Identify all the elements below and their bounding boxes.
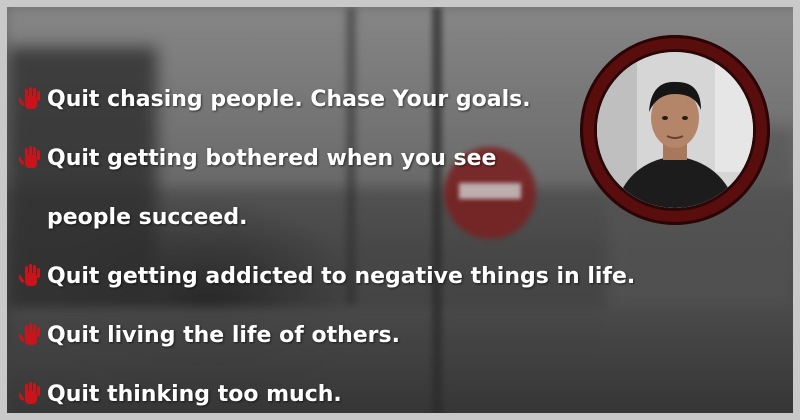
hand-icon xyxy=(19,264,40,286)
author-avatar-ring xyxy=(580,35,770,225)
quote-text: Quit thinking too much. xyxy=(47,382,342,407)
hand-icon xyxy=(19,146,40,168)
quote-text: Quit getting bothered when you see peopl… xyxy=(47,146,497,230)
list-item: Quit getting bothered when you see peopl… xyxy=(19,144,635,262)
quote-text: Quit living the life of others. xyxy=(47,323,400,348)
quote-card: Quit chasing people. Chase Your goals. Q… xyxy=(0,0,800,420)
author-photo xyxy=(597,52,753,208)
quote-text: Quit getting addicted to negative things… xyxy=(47,264,636,289)
list-item: Quit thinking too much. xyxy=(19,380,635,413)
quote-list: Quit chasing people. Chase Your goals. Q… xyxy=(19,85,636,413)
author-avatar xyxy=(594,49,756,211)
hand-icon xyxy=(19,87,40,109)
hand-icon xyxy=(19,382,40,404)
hand-icon xyxy=(19,323,40,345)
quote-text: Quit chasing people. Chase Your goals. xyxy=(47,87,531,112)
